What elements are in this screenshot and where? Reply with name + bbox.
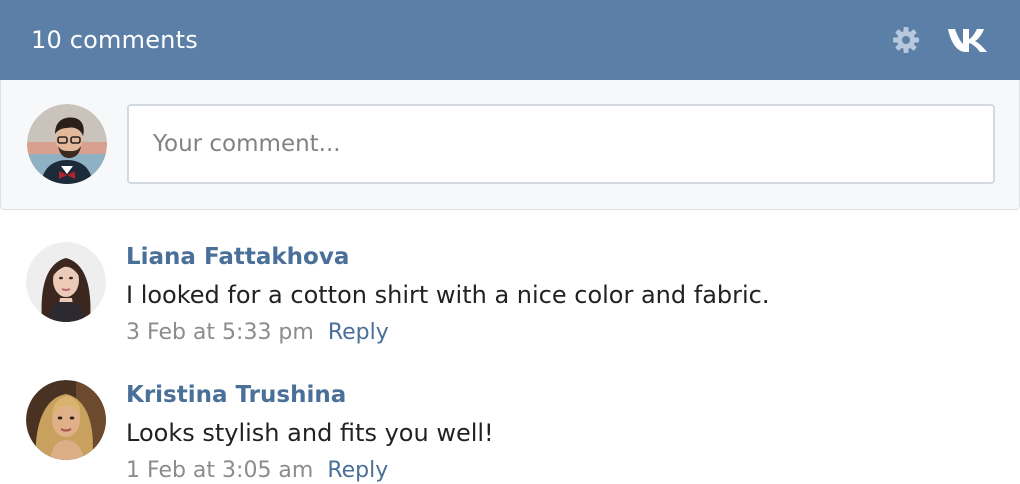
- current-user-avatar: [27, 104, 107, 184]
- commenter-avatar[interactable]: [26, 242, 106, 322]
- comment-input[interactable]: [127, 104, 995, 184]
- comment-meta: 3 Feb at 5:33 pm Reply: [126, 318, 389, 348]
- comments-count-title: 10 comments: [31, 26, 198, 54]
- reply-link[interactable]: Reply: [327, 458, 388, 483]
- comment-text: I looked for a cotton shirt with a nice …: [126, 281, 770, 309]
- comment-date: 3 Feb at 5:33 pm: [126, 320, 314, 345]
- comment-meta: 1 Feb at 3:05 am Reply: [126, 456, 388, 484]
- reply-link[interactable]: Reply: [328, 320, 389, 345]
- comment-date: 1 Feb at 3:05 am: [126, 458, 314, 483]
- comment-author-link[interactable]: Liana Fattakhova: [126, 242, 349, 272]
- comments-header: 10 comments: [0, 0, 1020, 80]
- comment-item: Liana Fattakhova I looked for a cotton s…: [0, 242, 1020, 362]
- commenter-avatar[interactable]: [26, 380, 106, 460]
- vk-logo-icon[interactable]: [946, 26, 990, 54]
- comment-compose-area: [0, 80, 1020, 210]
- comment-text: Looks stylish and fits you well!: [126, 419, 494, 447]
- comment-item: Kristina Trushina Looks stylish and fits…: [0, 380, 1020, 484]
- comment-author-link[interactable]: Kristina Trushina: [126, 380, 346, 410]
- gear-icon[interactable]: [890, 24, 922, 56]
